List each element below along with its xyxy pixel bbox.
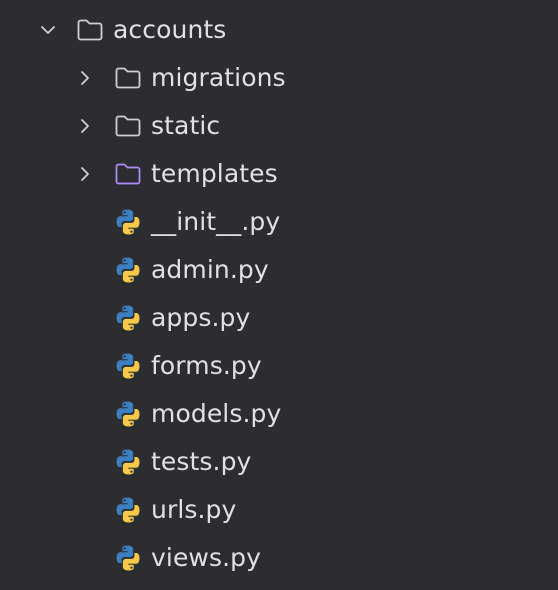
tree-node-models-py[interactable]: models.py xyxy=(0,390,558,438)
tree-node-label: apps.py xyxy=(151,303,251,332)
tree-node-label: accounts xyxy=(113,15,227,44)
chevron-right-icon[interactable] xyxy=(74,163,96,185)
tree-node-admin-py[interactable]: admin.py xyxy=(0,246,558,294)
python-file-icon xyxy=(113,207,143,237)
tree-node-label: tests.py xyxy=(151,447,252,476)
tree-node-label: static xyxy=(151,111,221,140)
tree-node-urls-py[interactable]: urls.py xyxy=(0,486,558,534)
tree-node-templates[interactable]: templates xyxy=(0,150,558,198)
tree-node-label: forms.py xyxy=(151,351,262,380)
tree-node-label: templates xyxy=(151,159,278,188)
python-file-icon xyxy=(113,543,143,573)
python-file-icon xyxy=(113,399,143,429)
chevron-right-icon[interactable] xyxy=(74,67,96,89)
python-file-icon xyxy=(113,351,143,381)
tree-node-migrations[interactable]: migrations xyxy=(0,54,558,102)
tree-node-label: __init__.py xyxy=(151,207,281,236)
python-file-icon xyxy=(113,495,143,525)
templates-folder-icon xyxy=(113,159,143,189)
tree-node-label: models.py xyxy=(151,399,282,428)
tree-node-static[interactable]: static xyxy=(0,102,558,150)
tree-node-label: views.py xyxy=(151,543,262,572)
tree-node-label: migrations xyxy=(151,63,286,92)
folder-icon xyxy=(113,63,143,93)
python-file-icon xyxy=(113,303,143,333)
tree-node-apps-py[interactable]: apps.py xyxy=(0,294,558,342)
python-file-icon xyxy=(113,255,143,285)
tree-node-accounts[interactable]: accounts xyxy=(0,6,558,54)
folder-icon xyxy=(113,111,143,141)
chevron-right-icon[interactable] xyxy=(74,115,96,137)
tree-node-tests-py[interactable]: tests.py xyxy=(0,438,558,486)
folder-icon xyxy=(75,15,105,45)
tree-node-forms-py[interactable]: forms.py xyxy=(0,342,558,390)
project-tree: accounts migrations static templates __i… xyxy=(0,0,558,590)
tree-node-views-py[interactable]: views.py xyxy=(0,534,558,582)
tree-node-label: urls.py xyxy=(151,495,237,524)
tree-node-label: admin.py xyxy=(151,255,269,284)
python-file-icon xyxy=(113,447,143,477)
tree-node-init-py[interactable]: __init__.py xyxy=(0,198,558,246)
chevron-down-icon[interactable] xyxy=(37,19,59,41)
